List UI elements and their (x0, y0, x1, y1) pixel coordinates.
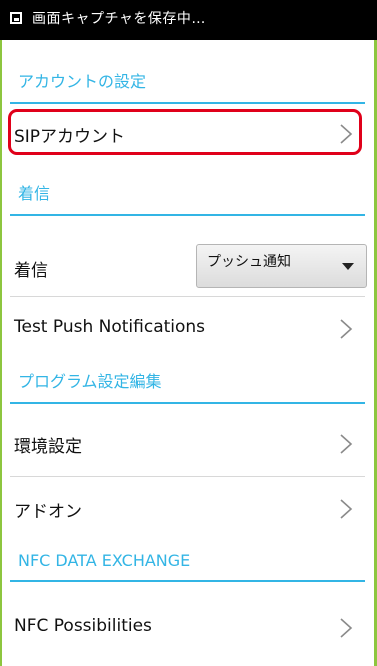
section-header-program: プログラム設定編集 (10, 360, 365, 404)
section-title: アカウントの設定 (18, 72, 147, 91)
chevron-right-icon (339, 498, 353, 520)
dropdown-selected-value: プッシュ通知 (207, 254, 291, 270)
settings-row-addons[interactable]: アドオン (10, 476, 365, 538)
triangle-down-icon (342, 263, 354, 270)
section-header-incoming: 着信 (10, 172, 365, 216)
section-title: プログラム設定編集 (18, 372, 162, 391)
chevron-right-icon (339, 318, 353, 340)
highlight-box (8, 109, 362, 155)
row-label: 着信 (14, 261, 48, 281)
settings-row-nfc-possibilities[interactable]: NFC Possibilities (10, 596, 365, 658)
row-label: NFC Possibilities (14, 616, 152, 636)
status-bar: 画面キャプチャを保存中… (0, 0, 377, 40)
row-label: Test Push Notifications (14, 317, 206, 337)
status-title: 画面キャプチャを保存中… (32, 11, 206, 27)
chevron-right-icon (339, 433, 353, 455)
incoming-mode-dropdown[interactable]: プッシュ通知 (196, 244, 367, 288)
row-label: アドオン (14, 502, 82, 522)
section-header-account: アカウントの設定 (10, 60, 365, 104)
section-header-nfc: NFC DATA EXCHANGE (10, 538, 365, 582)
section-title: 着信 (18, 184, 51, 203)
screenshot-icon (10, 12, 22, 24)
row-label: 環境設定 (14, 437, 82, 457)
section-title: NFC DATA EXCHANGE (18, 551, 191, 570)
settings-row-test-push[interactable]: Test Push Notifications (10, 296, 365, 358)
chevron-right-icon (339, 617, 353, 639)
settings-row-environment[interactable]: 環境設定 (10, 412, 365, 474)
